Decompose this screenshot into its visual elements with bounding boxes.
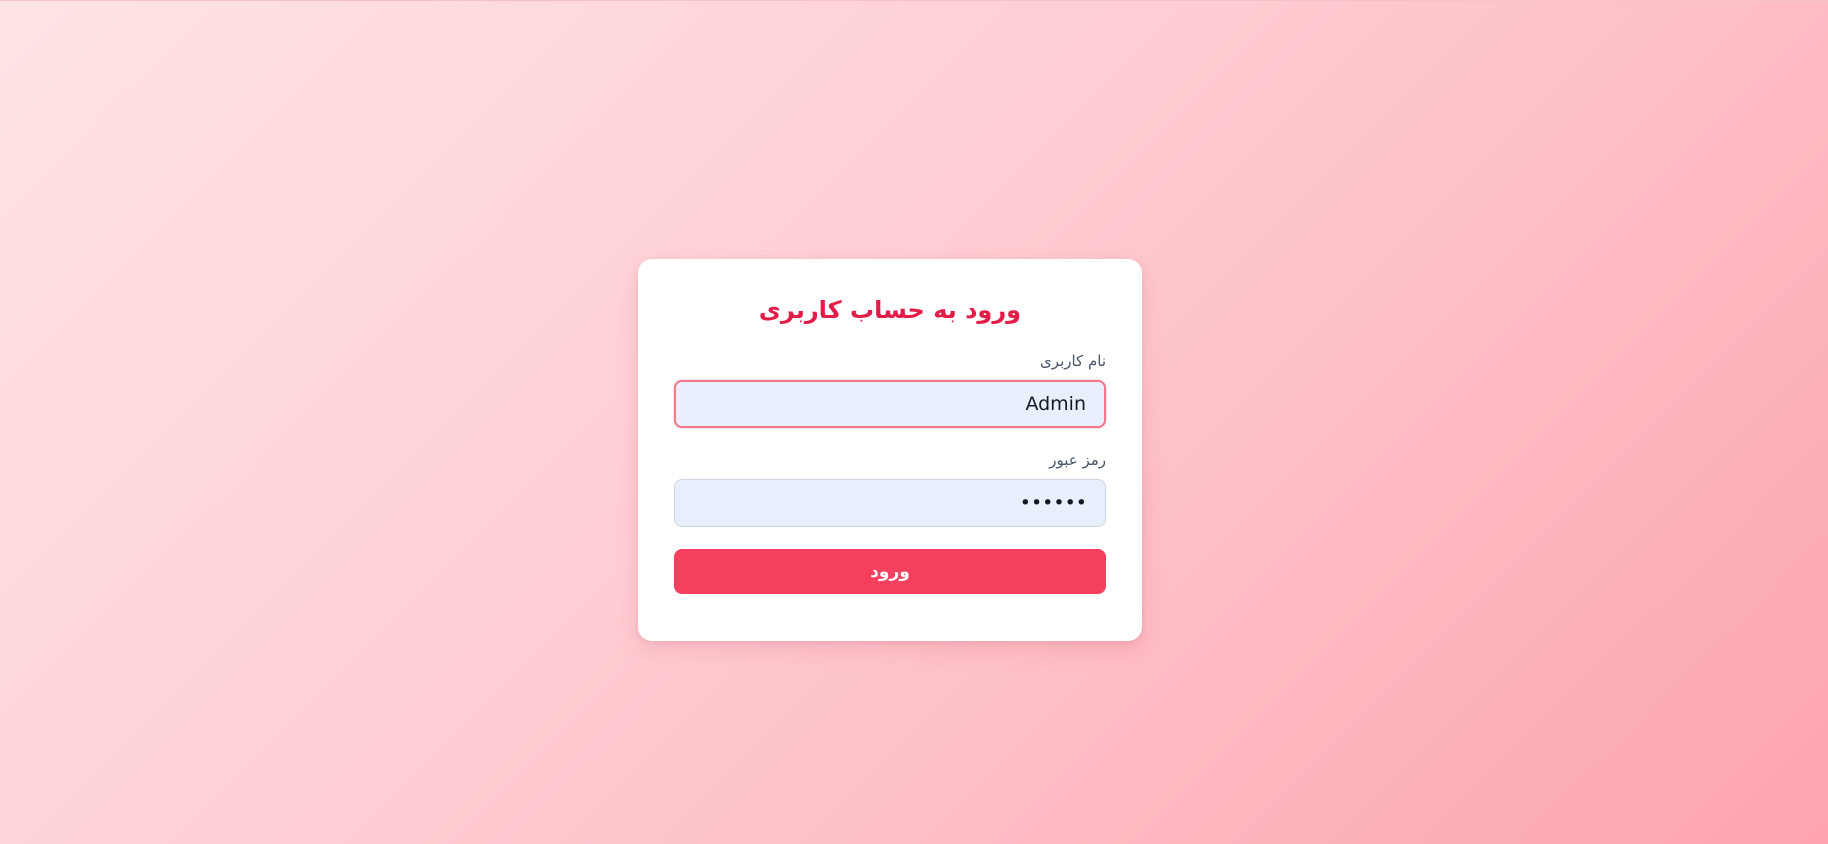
password-input[interactable] (674, 479, 1106, 527)
login-title: ورود به حساب کاربری (758, 296, 1022, 324)
password-label: رمز عبور (1049, 451, 1106, 469)
top-border (0, 0, 1828, 1)
login-button[interactable]: ورود (674, 549, 1106, 594)
username-label: نام کاربری (1040, 352, 1106, 370)
login-card: ورود به حساب کاربری نام کاربری رمز عبور … (638, 259, 1142, 641)
username-input[interactable] (674, 380, 1106, 428)
login-form: نام کاربری رمز عبور ورود (674, 351, 1106, 594)
